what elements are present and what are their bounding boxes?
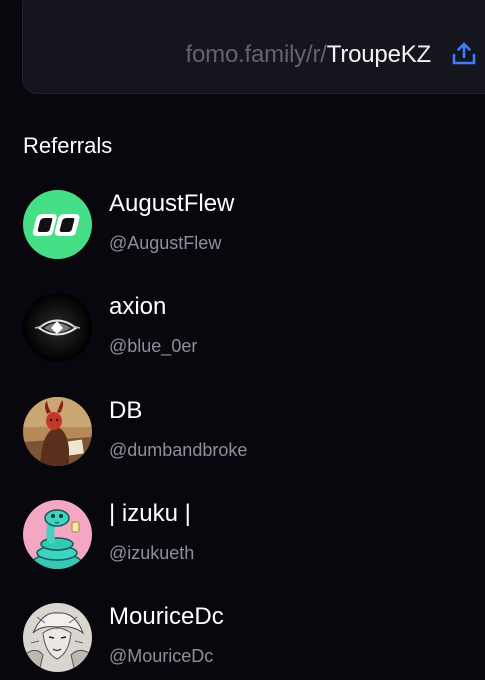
avatar[interactable] xyxy=(23,190,92,259)
referral-name: | izuku | xyxy=(109,500,191,527)
referral-handle: @blue_0er xyxy=(109,336,198,356)
black-eye-logo-avatar xyxy=(23,293,92,362)
avatar[interactable] xyxy=(23,603,92,672)
referral-item-mouricedc[interactable]: MouriceDc @MouriceDc xyxy=(23,603,463,680)
teal-snake-avatar xyxy=(23,500,92,569)
avatar[interactable] xyxy=(23,500,92,569)
referral-name: MouriceDc xyxy=(109,603,224,630)
referral-handle: @AugustFlew xyxy=(109,233,222,253)
avatar[interactable] xyxy=(23,397,92,466)
referral-item-izuku[interactable]: | izuku | @izukueth xyxy=(23,500,463,580)
referrals-screen: fomo.family/r/TroupeKZ Referrals AugustF… xyxy=(0,0,485,680)
green-rounded-eyes-avatar xyxy=(23,190,92,259)
referral-name: AugustFlew xyxy=(109,190,235,217)
referral-handle: @dumbandbroke xyxy=(109,440,248,460)
referral-item-db[interactable]: DB @dumbandbroke xyxy=(23,397,463,477)
manga-sketch-avatar xyxy=(23,603,92,672)
referral-handle: @izukueth xyxy=(109,543,195,563)
referral-name: axion xyxy=(109,293,167,320)
referral-item-augustflew[interactable]: AugustFlew @AugustFlew xyxy=(23,190,463,270)
referral-name: DB xyxy=(109,397,143,424)
referral-item-axion[interactable]: axion @blue_0er xyxy=(23,293,463,373)
devil-painting-avatar xyxy=(23,397,92,466)
avatar[interactable] xyxy=(23,293,92,362)
referral-handle: @MouriceDc xyxy=(109,646,214,666)
referrals-list: AugustFlew @AugustFlew axion @blue_0er D… xyxy=(0,0,485,680)
